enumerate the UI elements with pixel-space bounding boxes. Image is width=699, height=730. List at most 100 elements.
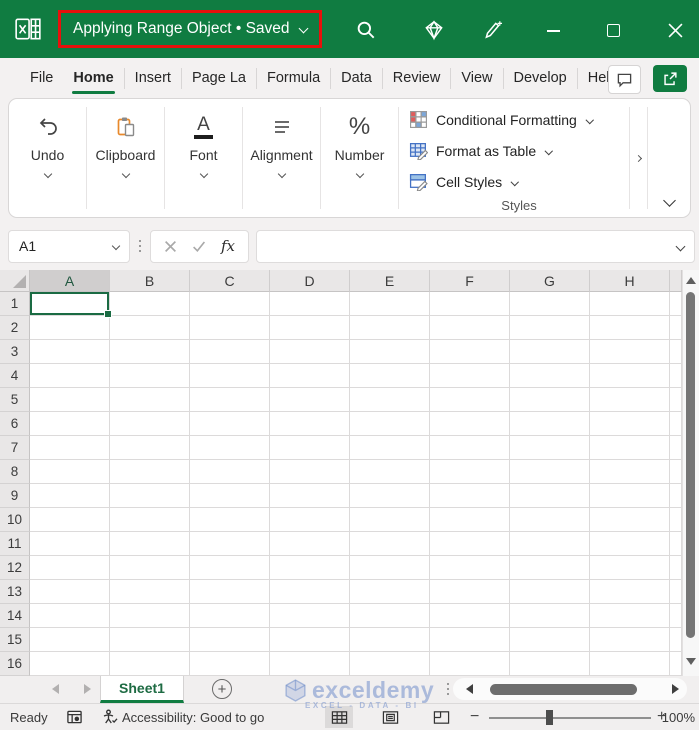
comments-button[interactable] (608, 65, 641, 94)
cell-A11[interactable] (30, 532, 110, 556)
cell-B14[interactable] (110, 604, 190, 628)
cell-D7[interactable] (270, 436, 350, 460)
tab-review[interactable]: Review (383, 58, 451, 98)
cell-C10[interactable] (190, 508, 270, 532)
cell-C2[interactable] (190, 316, 270, 340)
cell-partial[interactable] (670, 460, 682, 484)
cell-F8[interactable] (430, 460, 510, 484)
zoom-slider-track[interactable] (489, 717, 651, 719)
cell-A12[interactable] (30, 556, 110, 580)
cell-C7[interactable] (190, 436, 270, 460)
cell-A6[interactable] (30, 412, 110, 436)
cell-B1[interactable] (110, 292, 190, 316)
name-box[interactable]: A1 (8, 229, 130, 263)
cell-B12[interactable] (110, 556, 190, 580)
collapse-ribbon-button[interactable] (648, 99, 690, 217)
insert-function-button[interactable]: fx (221, 237, 235, 255)
cell-G2[interactable] (510, 316, 590, 340)
cancel-icon[interactable] (164, 240, 177, 253)
formula-input[interactable] (256, 229, 695, 263)
cell-partial[interactable] (670, 628, 682, 652)
cell-A13[interactable] (30, 580, 110, 604)
row-header-7[interactable]: 7 (0, 436, 30, 460)
cell-C15[interactable] (190, 628, 270, 652)
cell-G10[interactable] (510, 508, 590, 532)
cell-F6[interactable] (430, 412, 510, 436)
cell-H3[interactable] (590, 340, 670, 364)
cell-D11[interactable] (270, 532, 350, 556)
tab-page-la[interactable]: Page La (182, 58, 256, 98)
row-header-8[interactable]: 8 (0, 460, 30, 484)
column-header-a[interactable]: A (30, 270, 110, 292)
cell-partial[interactable] (670, 508, 682, 532)
add-sheet-button[interactable]: + (212, 679, 232, 699)
row-header-3[interactable]: 3 (0, 340, 30, 364)
tab-view[interactable]: View (451, 58, 502, 98)
cell-A2[interactable] (30, 316, 110, 340)
column-header-h[interactable]: H (590, 270, 670, 292)
formula-bar-handle[interactable] (139, 240, 141, 242)
cell-D13[interactable] (270, 580, 350, 604)
row-header-1[interactable]: 1 (0, 292, 30, 316)
cell-C11[interactable] (190, 532, 270, 556)
cell-E15[interactable] (350, 628, 430, 652)
cell-E1[interactable] (350, 292, 430, 316)
cell-F4[interactable] (430, 364, 510, 388)
cell-G7[interactable] (510, 436, 590, 460)
cell-F10[interactable] (430, 508, 510, 532)
cell-partial[interactable] (670, 292, 682, 316)
cell-F3[interactable] (430, 340, 510, 364)
row-header-4[interactable]: 4 (0, 364, 30, 388)
maximize-button[interactable] (601, 18, 625, 42)
cell-E16[interactable] (350, 652, 430, 676)
cell-D15[interactable] (270, 628, 350, 652)
horizontal-scrollbar-thumb[interactable] (490, 683, 637, 695)
cell-H4[interactable] (590, 364, 670, 388)
cell-F1[interactable] (430, 292, 510, 316)
fill-handle[interactable] (104, 310, 112, 318)
cell-C8[interactable] (190, 460, 270, 484)
cell-F16[interactable] (430, 652, 510, 676)
horizontal-scrollbar[interactable] (453, 678, 687, 700)
cell-E3[interactable] (350, 340, 430, 364)
cell-E10[interactable] (350, 508, 430, 532)
cell-F12[interactable] (430, 556, 510, 580)
styles-more-button[interactable] (630, 99, 647, 217)
cell-H1[interactable] (590, 292, 670, 316)
cell-A3[interactable] (30, 340, 110, 364)
row-header-6[interactable]: 6 (0, 412, 30, 436)
cell-H7[interactable] (590, 436, 670, 460)
cell-H6[interactable] (590, 412, 670, 436)
cell-F9[interactable] (430, 484, 510, 508)
minimize-button[interactable] (541, 18, 565, 42)
column-header-e[interactable]: E (350, 270, 430, 292)
gem-icon[interactable] (422, 18, 446, 42)
cell-partial[interactable] (670, 436, 682, 460)
cell-E14[interactable] (350, 604, 430, 628)
cell-E6[interactable] (350, 412, 430, 436)
cell-D4[interactable] (270, 364, 350, 388)
cell-D5[interactable] (270, 388, 350, 412)
cell-D9[interactable] (270, 484, 350, 508)
tab-scrollbar-splitter[interactable] (447, 683, 449, 685)
cell-C12[interactable] (190, 556, 270, 580)
cell-C13[interactable] (190, 580, 270, 604)
cell-A9[interactable] (30, 484, 110, 508)
accessibility-status[interactable]: Accessibility: Good to go (102, 709, 264, 725)
column-header-f[interactable]: F (430, 270, 510, 292)
cell-G9[interactable] (510, 484, 590, 508)
cell-D1[interactable] (270, 292, 350, 316)
row-header-15[interactable]: 15 (0, 628, 30, 652)
tab-develop[interactable]: Develop (504, 58, 577, 98)
cell-D8[interactable] (270, 460, 350, 484)
cell-E5[interactable] (350, 388, 430, 412)
cell-partial[interactable] (670, 412, 682, 436)
cell-G15[interactable] (510, 628, 590, 652)
cell-A7[interactable] (30, 436, 110, 460)
cell-F7[interactable] (430, 436, 510, 460)
cell-partial[interactable] (670, 340, 682, 364)
zoom-slider-thumb[interactable] (546, 710, 553, 725)
cell-E9[interactable] (350, 484, 430, 508)
cell-G13[interactable] (510, 580, 590, 604)
cell-G16[interactable] (510, 652, 590, 676)
